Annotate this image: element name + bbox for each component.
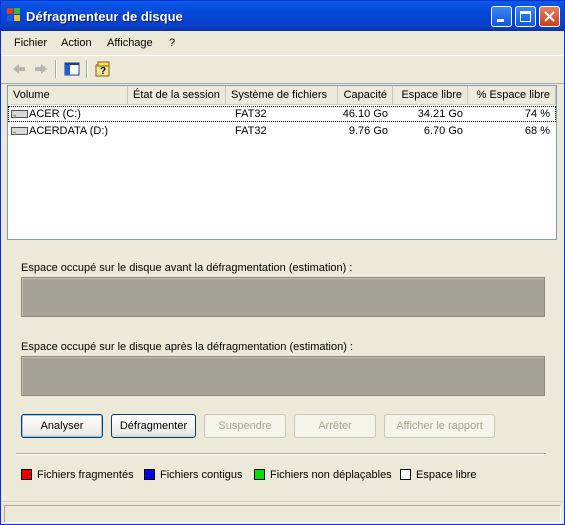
- column-percent-free[interactable]: % Espace libre: [468, 86, 556, 104]
- window-title: Défragmenteur de disque: [26, 9, 183, 24]
- free-space-swatch: [400, 469, 411, 480]
- column-capacity[interactable]: Capacité: [338, 86, 393, 104]
- status-bar: [1, 501, 564, 524]
- toolbar: ?: [1, 55, 564, 84]
- column-free-space[interactable]: Espace libre: [393, 86, 468, 104]
- column-file-system[interactable]: Système de fichiers: [226, 86, 338, 104]
- status-pane: [4, 505, 561, 523]
- menu-affichage[interactable]: Affichage: [107, 37, 153, 49]
- close-button[interactable]: [539, 6, 560, 27]
- before-defrag-display: [21, 277, 545, 317]
- volume-row[interactable]: ACERDATA (D:) FAT32 9.76 Go 6.70 Go 68 %: [8, 123, 556, 139]
- pause-button[interactable]: Suspendre: [204, 414, 286, 438]
- volume-name: ACERDATA (D:): [29, 125, 109, 137]
- help-icon[interactable]: ?: [93, 59, 113, 79]
- legend-label: Fichiers contigus: [160, 469, 243, 481]
- volume-name: ACER (C:): [29, 108, 81, 120]
- legend-label: Espace libre: [416, 469, 477, 481]
- free-space: 34.21 Go: [417, 108, 463, 120]
- minimize-icon: [497, 19, 504, 22]
- defragmenter-app-icon: [7, 8, 20, 21]
- defrag-window: Défragmenteur de disque Fichier Action A…: [0, 0, 565, 525]
- column-session-status[interactable]: État de la session: [128, 86, 226, 104]
- title-bar[interactable]: Défragmenteur de disque: [1, 1, 564, 31]
- volume-list[interactable]: Volume État de la session Système de fic…: [7, 85, 557, 240]
- column-volume[interactable]: Volume: [8, 86, 128, 104]
- unmovable-swatch: [254, 469, 265, 480]
- toolbar-separator: [55, 60, 57, 78]
- after-defrag-display: [21, 356, 545, 396]
- after-defrag-label: Espace occupé sur le disque après la déf…: [21, 341, 354, 353]
- volume-list-header: Volume État de la session Système de fic…: [8, 86, 556, 105]
- show-hide-console-tree-icon[interactable]: [62, 59, 82, 79]
- toolbar-separator: [86, 60, 88, 78]
- menu-fichier[interactable]: Fichier: [14, 37, 47, 49]
- capacity: 46.10 Go: [342, 108, 388, 120]
- analyze-button[interactable]: Analyser: [21, 414, 103, 438]
- menu-action[interactable]: Action: [61, 37, 92, 49]
- legend-label: Fichiers fragmentés: [37, 469, 134, 481]
- svg-text:?: ?: [100, 66, 106, 77]
- session-status: [128, 123, 226, 139]
- volume-row[interactable]: ACER (C:) FAT32 46.10 Go 34.21 Go 74 %: [8, 106, 556, 122]
- close-icon: [544, 11, 555, 22]
- percent-free: 74 %: [524, 108, 550, 120]
- view-report-button[interactable]: Afficher le rapport: [384, 414, 495, 438]
- defragment-button[interactable]: Défragmenter: [111, 414, 196, 438]
- percent-free: 68 %: [524, 125, 550, 137]
- maximize-button[interactable]: [515, 6, 536, 27]
- menu-bar: Fichier Action Affichage ?: [1, 33, 564, 53]
- capacity: 9.76 Go: [348, 125, 388, 137]
- stop-button[interactable]: Arrêter: [294, 414, 376, 438]
- session-status: [128, 106, 226, 122]
- minimize-button[interactable]: [491, 6, 512, 27]
- free-space: 6.70 Go: [423, 125, 463, 137]
- before-defrag-label: Espace occupé sur le disque avant la déf…: [21, 262, 353, 274]
- maximize-icon: [520, 11, 531, 22]
- contiguous-swatch: [144, 469, 155, 480]
- forward-arrow-icon[interactable]: [31, 59, 51, 79]
- back-arrow-icon[interactable]: [9, 59, 29, 79]
- menu-help[interactable]: ?: [169, 37, 175, 49]
- legend-label: Fichiers non déplaçables: [270, 469, 392, 481]
- fragmented-swatch: [21, 469, 32, 480]
- legend-divider: [16, 453, 546, 455]
